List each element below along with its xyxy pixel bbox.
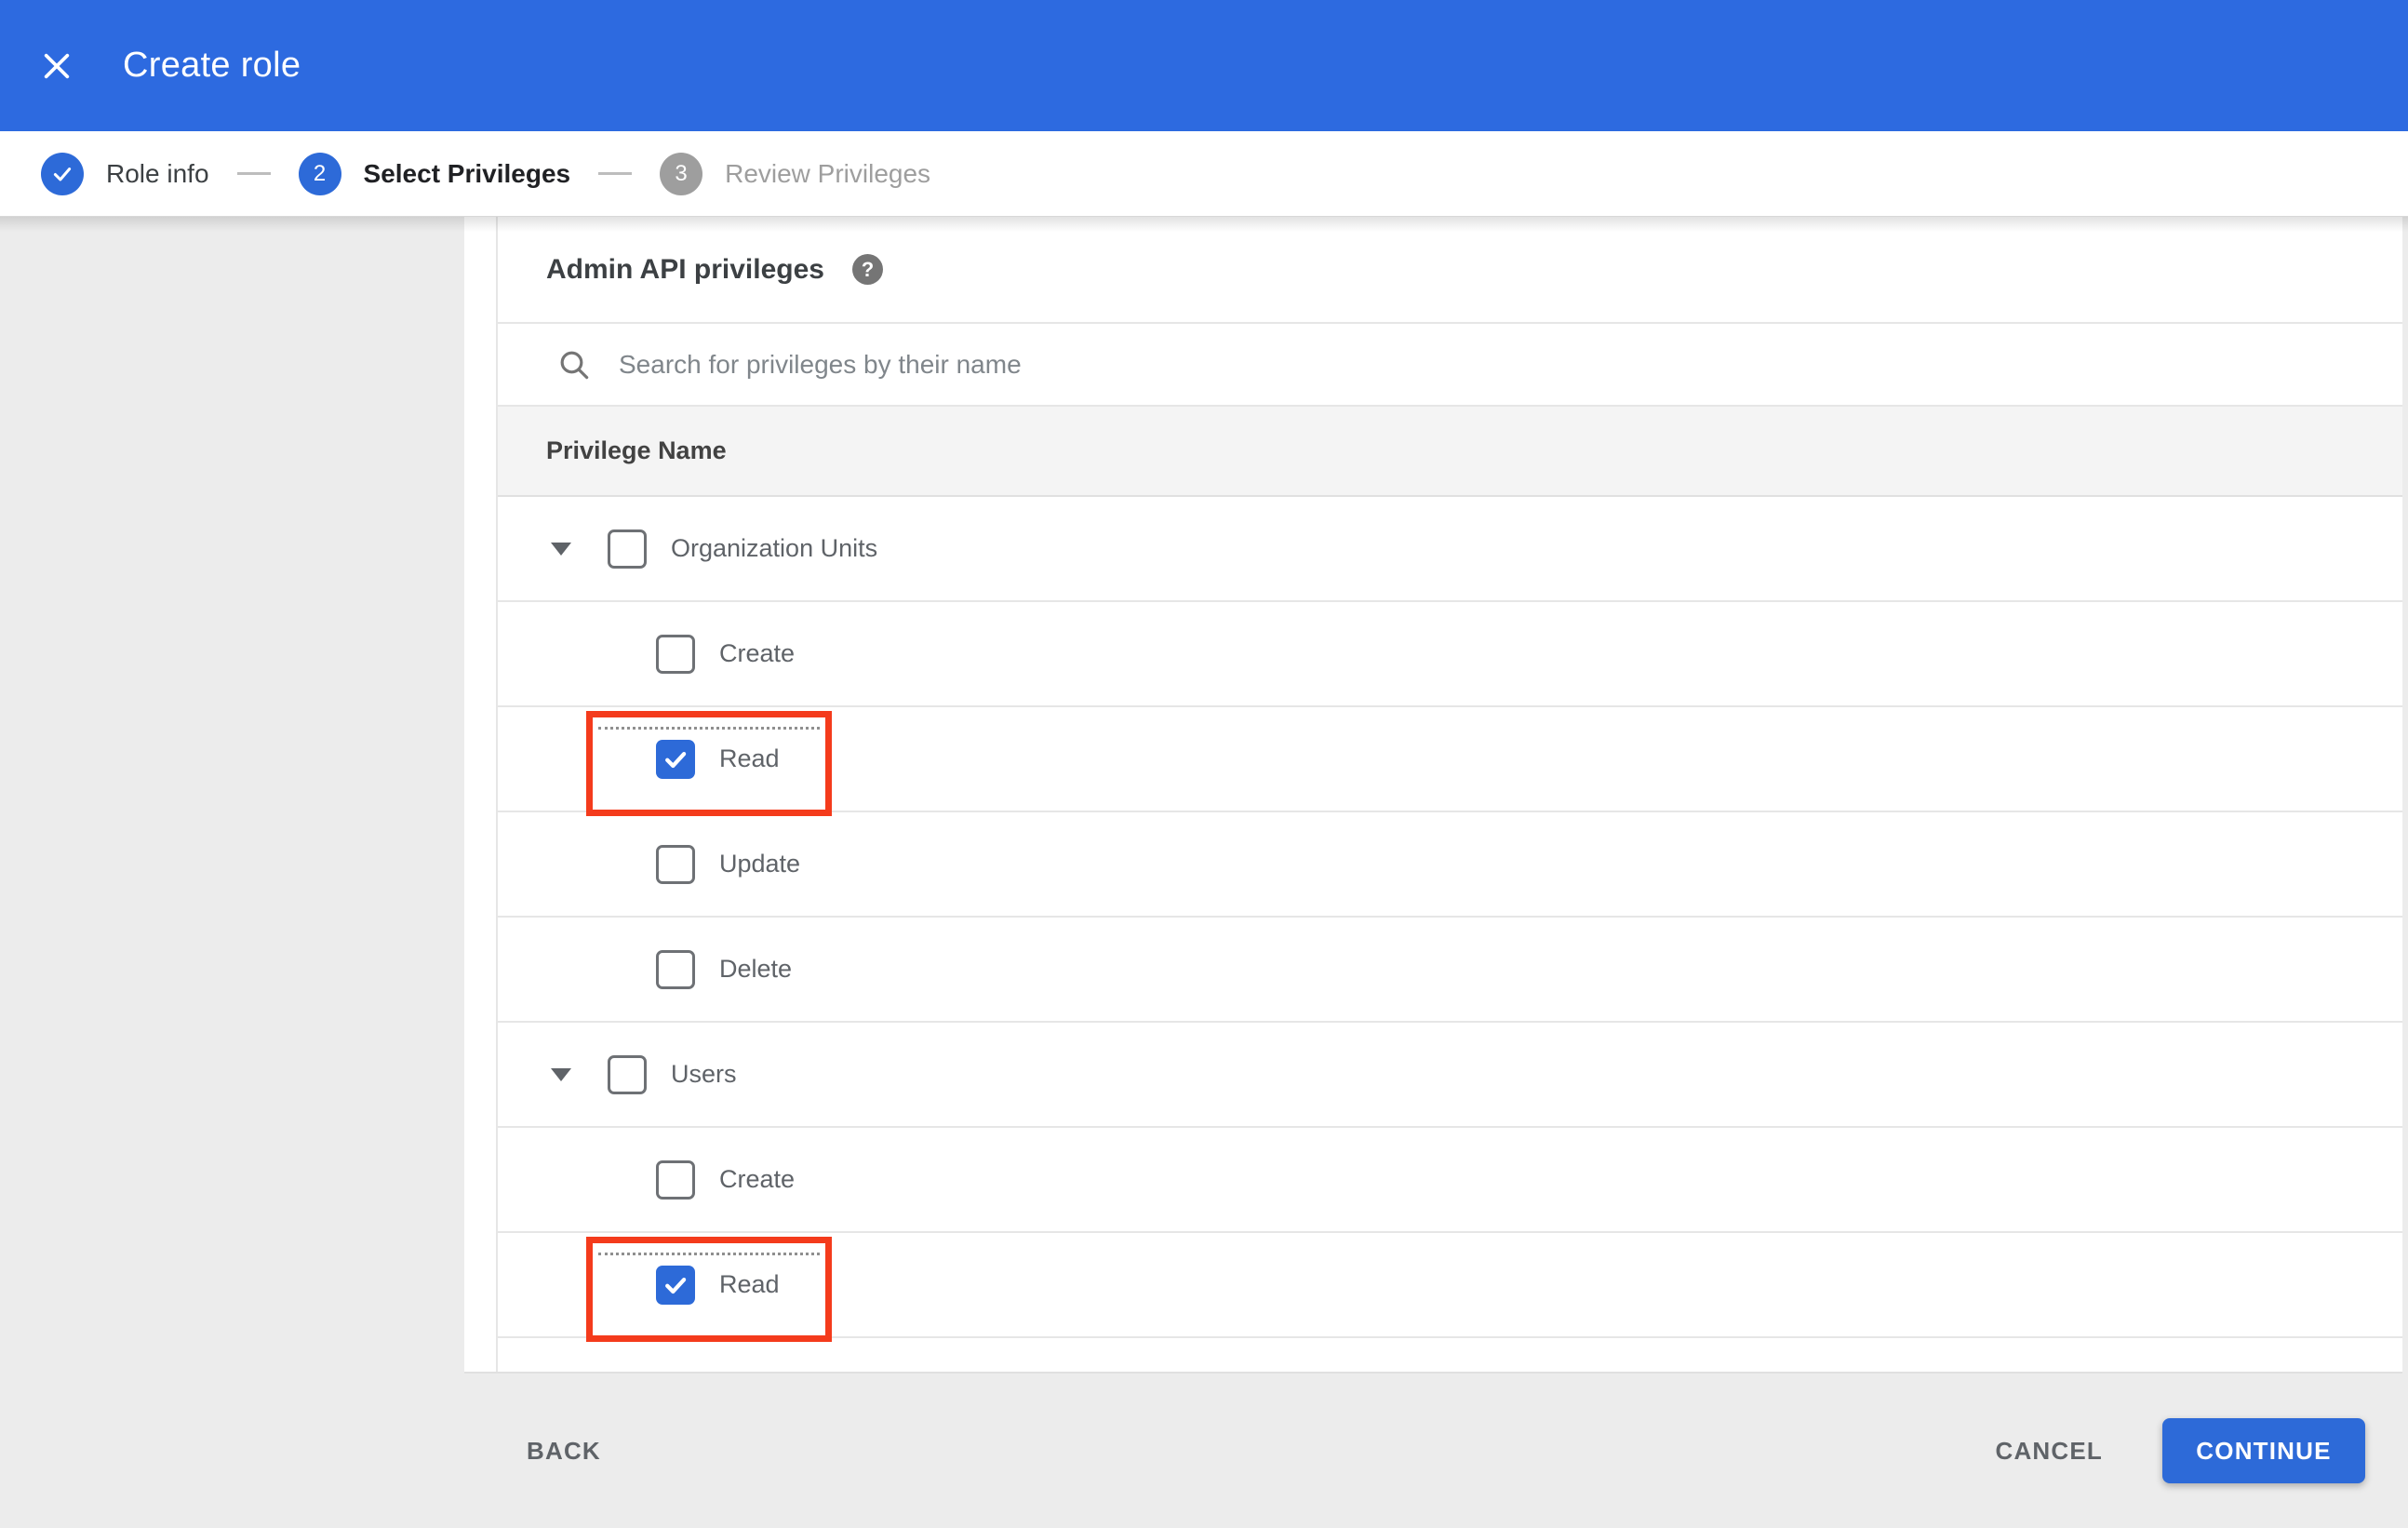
close-button[interactable] xyxy=(41,46,82,87)
privilege-name-header: Privilege Name xyxy=(498,407,2402,497)
checkbox-read[interactable] xyxy=(656,739,695,779)
checkbox-organization-units[interactable] xyxy=(608,529,647,569)
privilege-row-create: Create xyxy=(498,1128,2402,1233)
privilege-row-users: Users xyxy=(498,1023,2402,1128)
step-1-circle xyxy=(41,152,84,195)
dialog-footer: BACK CANCEL CONTINUE xyxy=(0,1374,2408,1528)
checkbox-create[interactable] xyxy=(656,634,695,674)
step-3-circle: 3 xyxy=(660,152,703,195)
highlight-box xyxy=(586,711,832,816)
privilege-label: Update xyxy=(719,850,801,878)
step-select-privileges[interactable]: 2 Select Privileges xyxy=(298,152,571,195)
create-role-dialog: Create role Role info 2 Select Privilege… xyxy=(0,0,2408,1528)
dialog-title: Create role xyxy=(123,46,301,85)
back-button[interactable]: BACK xyxy=(514,1427,614,1475)
checkbox-users[interactable] xyxy=(608,1054,647,1094)
focus-dotted-line xyxy=(598,727,820,730)
step-label: Select Privileges xyxy=(363,158,571,188)
check-icon xyxy=(665,751,687,768)
privileges-panel-inner: Admin API privileges ? Privilege Name Or… xyxy=(496,217,2402,1372)
checkbox-delete[interactable] xyxy=(656,949,695,989)
step-connector xyxy=(236,172,271,175)
privilege-row-create: Create xyxy=(498,602,2402,707)
checkbox-create[interactable] xyxy=(656,1159,695,1200)
step-label: Role info xyxy=(106,158,209,188)
privilege-row-delete: Delete xyxy=(498,918,2402,1023)
help-icon[interactable]: ? xyxy=(851,254,883,285)
stepper: Role info 2 Select Privileges 3 Review P… xyxy=(0,131,2408,217)
close-icon xyxy=(44,53,70,78)
privileges-panel: Admin API privileges ? Privilege Name Or… xyxy=(464,217,2402,1374)
privilege-label: Users xyxy=(671,1060,737,1088)
expand-arrow-icon[interactable] xyxy=(551,1067,571,1081)
privilege-name-header-label: Privilege Name xyxy=(546,436,727,464)
dialog-header: Create role xyxy=(0,0,2408,131)
step-2-circle: 2 xyxy=(298,152,341,195)
step-review-privileges[interactable]: 3 Review Privileges xyxy=(660,152,931,195)
privilege-search-input[interactable] xyxy=(617,348,2402,381)
privilege-label: Read xyxy=(719,744,780,772)
empty-row-partial xyxy=(498,1338,2402,1374)
panel-title-row: Admin API privileges ? xyxy=(498,217,2402,324)
privilege-row-update: Update xyxy=(498,812,2402,918)
privilege-label: Create xyxy=(719,1165,796,1193)
check-icon xyxy=(665,1277,687,1293)
check-icon xyxy=(53,167,72,181)
step-connector xyxy=(598,172,633,175)
privilege-label: Create xyxy=(719,639,796,667)
continue-button[interactable]: CONTINUE xyxy=(2162,1418,2365,1483)
focus-dotted-line xyxy=(598,1253,820,1255)
checkbox-update[interactable] xyxy=(656,844,695,884)
step-role-info[interactable]: Role info xyxy=(41,152,209,195)
cancel-button[interactable]: CANCEL xyxy=(1982,1427,2116,1475)
privilege-label: Read xyxy=(719,1270,780,1298)
privilege-row-organization-units: Organization Units xyxy=(498,497,2402,602)
privilege-rows: Organization Units Create Read Update Delete… xyxy=(498,497,2402,1342)
expand-arrow-icon[interactable] xyxy=(551,542,571,556)
privilege-row-read: Read xyxy=(498,707,2402,816)
checkbox-read[interactable] xyxy=(656,1265,695,1305)
privilege-label: Organization Units xyxy=(671,534,878,562)
highlight-box xyxy=(586,1237,832,1342)
privilege-search-row xyxy=(498,324,2402,407)
panel-title: Admin API privileges xyxy=(546,253,824,285)
privilege-label: Delete xyxy=(719,955,793,983)
privilege-row-read: Read xyxy=(498,1233,2402,1342)
step-label: Review Privileges xyxy=(725,158,931,188)
search-icon xyxy=(560,351,589,379)
